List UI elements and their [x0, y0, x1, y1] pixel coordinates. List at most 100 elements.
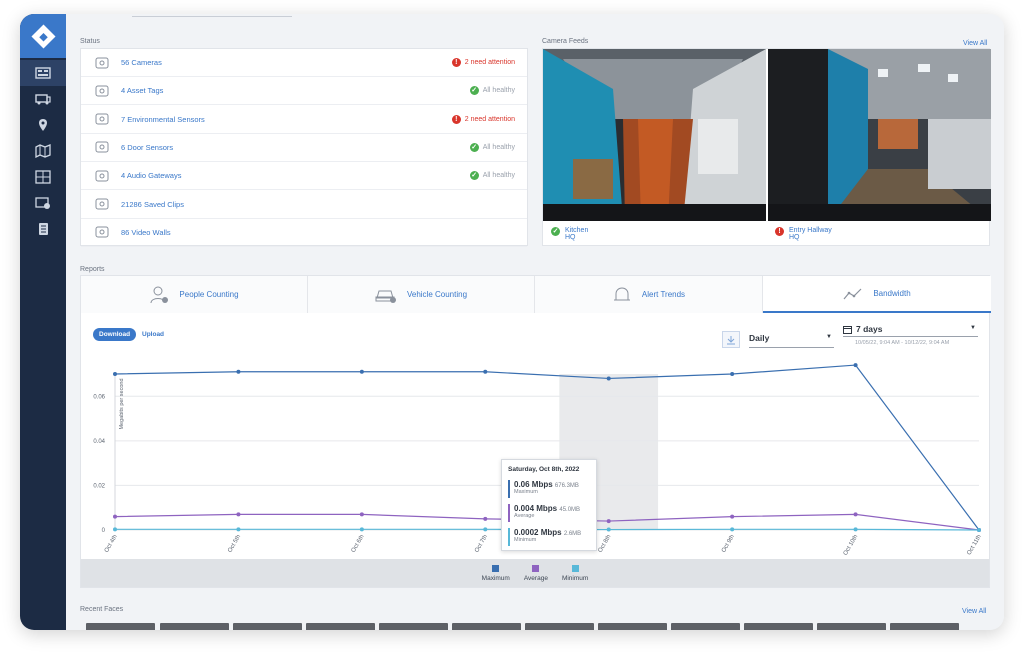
vehicle-icon[interactable] — [20, 86, 66, 112]
face-thumbnail[interactable] — [817, 623, 886, 630]
face-thumbnail[interactable] — [160, 623, 229, 630]
status-row[interactable]: 4 Asset Tags ✓ All healthy — [81, 77, 527, 106]
top-divider — [132, 14, 292, 17]
tab-people-counting[interactable]: People Counting — [81, 276, 308, 313]
tooltip-series-name: Average — [514, 513, 535, 519]
camera-feeds-view-all-link[interactable]: View All — [963, 40, 987, 47]
car-icon — [375, 290, 396, 303]
data-point — [606, 519, 611, 524]
entry-hallway-camera-feed[interactable] — [768, 49, 991, 221]
tooltip-series-name: Maximum — [514, 489, 538, 495]
export-download-button[interactable] — [722, 331, 740, 348]
status-row[interactable]: 86 Video Walls — [81, 219, 527, 247]
y-axis-label: Megabits per second — [119, 378, 125, 429]
tab-vehicle-counting[interactable]: Vehicle Counting — [308, 276, 535, 313]
status-text: All healthy — [482, 143, 515, 151]
trend-line-icon — [843, 288, 862, 299]
download-icon — [727, 335, 735, 344]
face-thumbnail[interactable] — [525, 623, 594, 630]
tab-alert-trends[interactable]: Alert Trends — [535, 276, 763, 313]
data-point — [730, 514, 735, 519]
data-point — [483, 527, 488, 532]
face-thumbnail[interactable] — [306, 623, 375, 630]
status-row[interactable]: 7 Environmental Sensors! 2 need attention — [81, 106, 527, 134]
interval-select[interactable]: Daily ▼ — [749, 333, 834, 348]
tooltip-color-bar — [508, 480, 510, 498]
video-wall-icon[interactable] — [20, 164, 66, 190]
tab-label: Bandwidth — [873, 289, 911, 298]
status-text: All healthy — [482, 87, 515, 95]
data-point — [113, 372, 117, 376]
x-tick-label: Oct 6th — [351, 534, 366, 554]
upload-toggle[interactable]: Upload — [136, 328, 170, 341]
status-label: 6 Door Sensors — [121, 142, 174, 152]
data-point — [113, 527, 117, 532]
reports-panel: People Counting Vehicle Counting Alert T… — [80, 275, 991, 588]
chart-tooltip: Saturday, Oct 8th, 2022 0.06 Mbps 676.3M… — [501, 459, 597, 551]
tooltip-total: 676.3MB — [554, 483, 579, 489]
recent-faces-title: Recent Faces — [80, 606, 124, 613]
data-point — [359, 369, 364, 374]
face-thumbnail[interactable] — [598, 623, 667, 630]
legend-label: Maximum — [481, 575, 510, 582]
data-point — [853, 512, 858, 517]
saved-clips-icon — [94, 197, 110, 211]
attention-alert-icon: ! — [775, 227, 784, 236]
legend-item-maximum[interactable]: Maximum — [482, 565, 510, 587]
date-range-dates: 10/05/22, 9:04 AM - 10/12/22, 9:04 AM — [855, 340, 950, 346]
feed-name: Kitchen — [565, 227, 589, 234]
entry-hallway-feed-caption[interactable]: ! Entry Hallway HQ — [775, 227, 832, 241]
document-icon[interactable] — [20, 216, 66, 242]
chart-legend: Maximum Average Minimum — [81, 559, 989, 587]
date-range-select[interactable]: 7 days ▼ — [843, 322, 978, 337]
face-thumbnail[interactable] — [86, 623, 155, 630]
x-tick-label: Oct 10th — [843, 534, 860, 556]
attention-alert-icon: ! — [451, 58, 461, 67]
status-row[interactable]: 4 Audio Gateways ✓ All healthy — [81, 162, 527, 191]
camera-settings-icon[interactable] — [20, 190, 66, 216]
map-icon[interactable] — [20, 138, 66, 164]
data-point — [853, 527, 858, 532]
face-thumbnail[interactable] — [233, 623, 302, 630]
legend-swatch — [571, 565, 579, 572]
tab-bandwidth[interactable]: Bandwidth — [763, 276, 991, 313]
data-point — [236, 527, 241, 532]
app-window: Status 56 Cameras! 2 need attention 4 Asse… — [20, 14, 1004, 630]
face-thumbnail[interactable] — [379, 623, 448, 630]
legend-label: Minimum — [561, 575, 589, 582]
kitchen-camera-feed[interactable] — [543, 49, 766, 221]
data-point — [236, 512, 241, 517]
status-row[interactable]: 6 Door Sensors ✓ All healthy — [81, 134, 527, 162]
feed-site: HQ — [565, 234, 576, 241]
location-pin-icon[interactable] — [20, 112, 66, 138]
tab-label: People Counting — [179, 290, 239, 299]
camera-feeds-title: Camera Feeds — [542, 38, 589, 45]
dashboard-icon[interactable] — [20, 60, 66, 86]
face-thumbnail[interactable] — [452, 623, 521, 630]
data-point — [606, 527, 611, 532]
tab-label: Alert Trends — [641, 290, 686, 299]
tab-label: Vehicle Counting — [406, 290, 468, 299]
legend-item-minimum[interactable]: Minimum — [562, 565, 588, 587]
data-point — [730, 372, 735, 376]
environmental-sensor-icon — [94, 112, 110, 126]
status-row[interactable]: 56 Cameras! 2 need attention — [81, 49, 527, 77]
legend-item-average[interactable]: Average — [524, 565, 548, 587]
attention-alert-icon: ! — [451, 114, 461, 124]
download-toggle[interactable]: Download — [93, 328, 137, 341]
x-tick-label: Oct 9th — [721, 534, 736, 554]
chevron-down-icon: ▼ — [826, 334, 832, 340]
status-badge[interactable]: ! 2 need attention — [451, 114, 515, 124]
kitchen-feed-caption[interactable]: ✓ Kitchen HQ — [551, 227, 588, 241]
face-thumbnail[interactable] — [890, 623, 959, 630]
data-point — [606, 376, 611, 381]
status-badge[interactable]: ! 2 need attention — [451, 58, 515, 67]
status-row[interactable]: 21286 Saved Clips — [81, 191, 527, 219]
x-tick-label: Oct 7th — [474, 534, 489, 554]
status-section-title: Status — [80, 38, 100, 45]
app-logo[interactable] — [20, 14, 66, 58]
face-thumbnail[interactable] — [744, 623, 813, 630]
face-thumbnail[interactable] — [671, 623, 740, 630]
recent-faces-view-all-link[interactable]: View All — [962, 608, 986, 615]
status-badge: ✓ All healthy — [469, 171, 515, 181]
